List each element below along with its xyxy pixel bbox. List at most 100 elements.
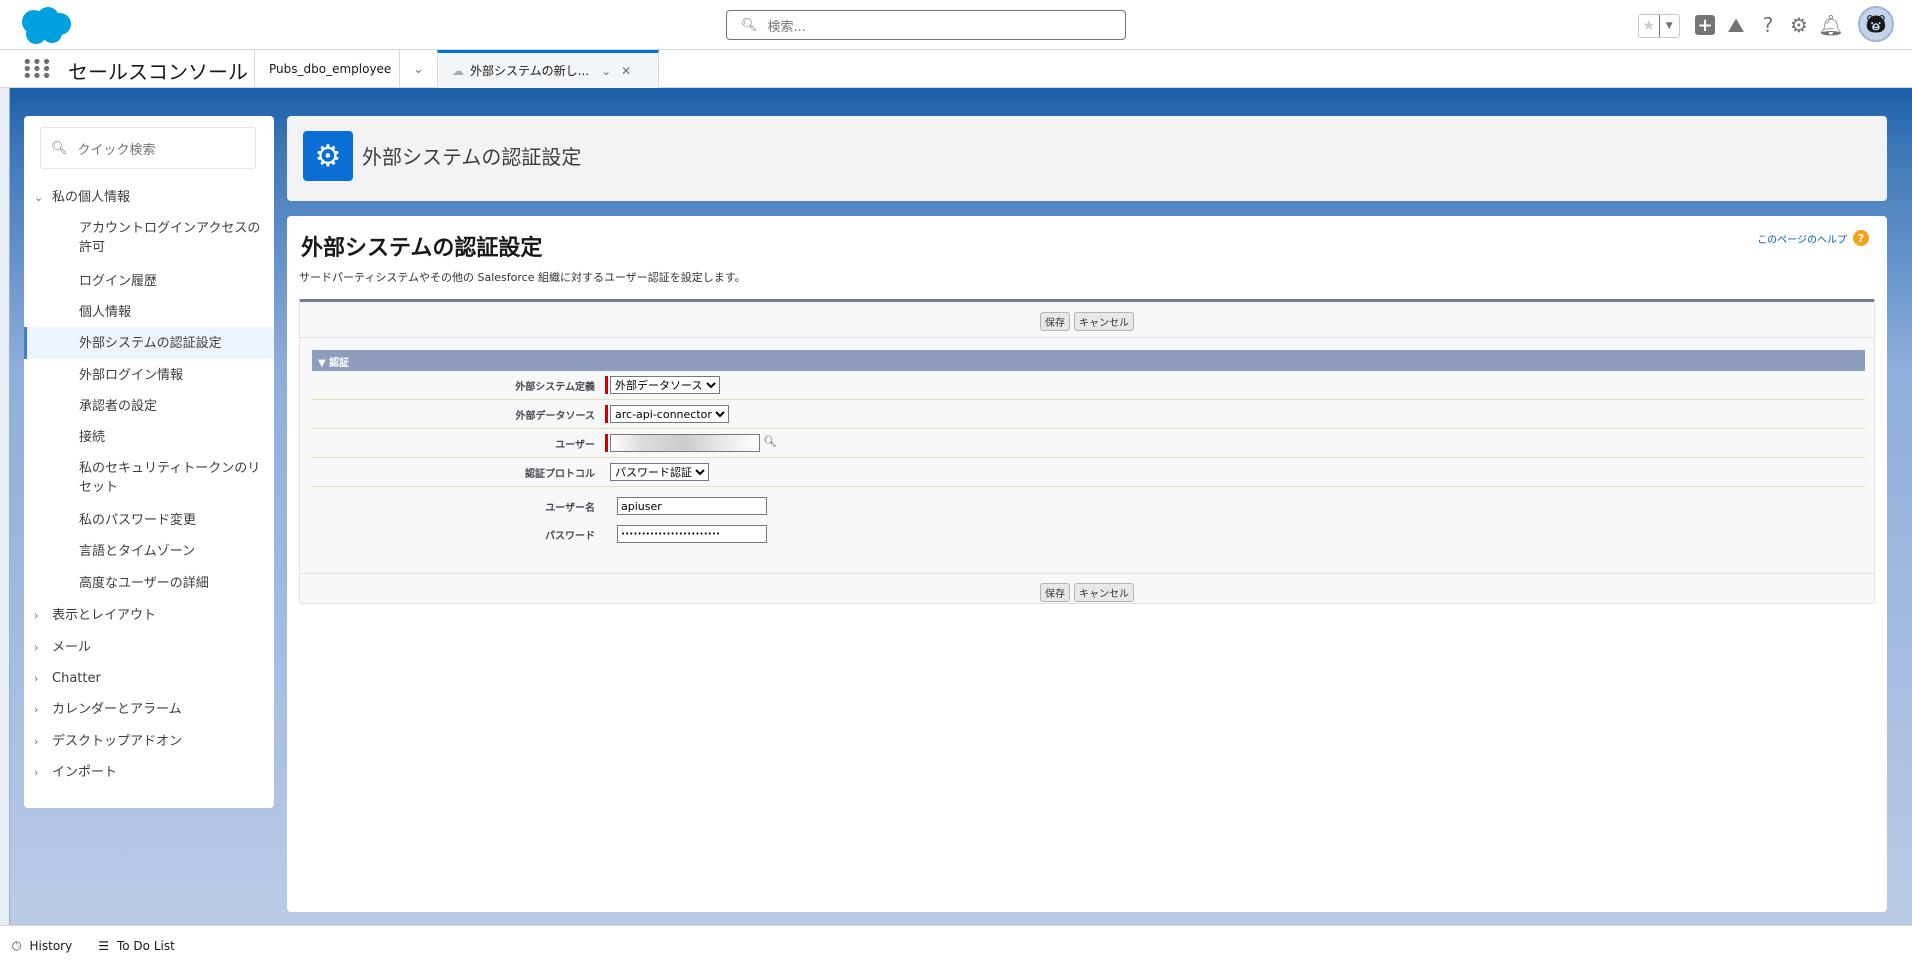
help-link-text[interactable]: このページのヘルプ [1757,231,1847,246]
todo-label: To Do List [116,939,175,953]
tab-external-auth[interactable]: ☁ 外部システムの新し... ⌄ ✕ [437,50,659,88]
group-label: Chatter [52,671,101,686]
divider [300,573,1874,574]
save-button-bottom[interactable]: 保存 [1040,583,1070,602]
tab-label: Pubs_dbo_employee [269,62,392,76]
gear-icon: ⚙ [303,131,353,181]
app-name: セールスコンソール [68,60,248,84]
item-label: 承認者の設定 [79,399,158,414]
favorites-button[interactable]: ★ ▼ [1638,14,1680,38]
quick-search-input[interactable]: 🔍︎ クイック検索 [40,127,256,169]
page-description: サードパーティシステムやその他の Salesforce 組織に対するユーザー認証… [299,271,746,284]
item-label: ログイン履歴 [79,274,158,289]
utility-panel-edge[interactable] [0,88,10,925]
chevron-right-icon: › [34,641,39,654]
sidebar-item[interactable]: 接続 [24,428,274,447]
search-icon: 🔍︎ [741,17,758,33]
sidebar-group[interactable]: › 表示とレイアウト [24,606,274,625]
required-indicator [605,376,608,394]
password-input[interactable]: •••••••••••••••••••••••• [617,525,767,543]
sidebar-item[interactable]: 私のセキュリティトークンのリセット [24,459,274,497]
field-label: 認証プロトコル [525,469,595,480]
lookup-icon[interactable]: 🔍︎ [763,435,779,451]
field-label: ユーザー名 [545,503,595,514]
sidebar-group[interactable]: › デスクトップアドオン [24,732,274,751]
chevron-right-icon: › [34,735,39,748]
avatar[interactable]: 🐻︎ [1858,6,1894,42]
item-label: 私のパスワード変更 [79,513,197,528]
sidebar-item[interactable]: 外部ログイン情報 [24,366,274,385]
search-placeholder: 検索... [767,19,806,35]
group-label: カレンダーとアラーム [52,702,182,717]
help-icon: ? [1853,230,1869,246]
page-title: 外部システムの認証設定 [301,236,543,261]
chevron-right-icon: › [34,703,39,716]
history-button[interactable]: 🕓︎ History [12,939,72,954]
salesforce-logo[interactable] [16,6,74,46]
global-actions-icon[interactable]: + [1692,12,1718,38]
chevron-right-icon: › [34,766,39,779]
item-label: 私のセキュリティトークンのリセット [79,461,261,495]
required-indicator [605,405,608,423]
notifications-bell-icon[interactable]: 🔔︎ [1818,12,1844,38]
divider [300,337,1874,338]
tab-menu-chevron-icon[interactable]: ⌄ [399,50,437,88]
group-label: 私の個人情報 [52,190,131,205]
external-system-definition-select[interactable]: 外部データソース [610,376,720,394]
chevron-right-icon: › [34,609,39,622]
item-label: アカウントログインアクセスの許可 [79,221,261,255]
username-input[interactable]: apiuser [617,497,767,515]
tab-label: 外部システムの新し... [470,64,590,78]
utility-bar: 🕓︎ History ☰ To Do List [0,925,1912,966]
sidebar-item[interactable]: 承認者の設定 [24,397,274,416]
sidebar-group[interactable]: › カレンダーとアラーム [24,700,274,719]
sidebar-group[interactable]: › Chatter [24,669,274,688]
external-data-source-select[interactable]: arc-api-connector [610,405,729,423]
clock-icon: 🕓︎ [12,938,22,953]
field-label: 外部データソース [515,411,596,422]
group-label: デスクトップアドオン [52,734,183,749]
caret-down-icon[interactable]: ▼ [1658,15,1680,37]
tab-bar: ••• ••• ••• セールスコンソール Pubs_dbo_employee ⌄ … [0,50,1912,88]
sidebar-item-selected[interactable]: 外部システムの認証設定 [24,327,274,359]
trailhead-icon[interactable]: ⛰ [1723,12,1749,38]
item-label: 外部システムの認証設定 [79,335,222,351]
item-label: 外部ログイン情報 [79,368,184,383]
chevron-down-icon[interactable]: ⌄ [601,64,611,78]
sidebar-item[interactable]: 私のパスワード変更 [24,511,274,530]
help-link[interactable]: このページのヘルプ? [1757,230,1869,246]
cancel-button-bottom[interactable]: キャンセル [1074,583,1134,602]
user-input[interactable] [610,434,760,452]
search-icon: 🔍︎ [51,140,68,156]
item-label: 個人情報 [79,305,132,320]
cancel-button[interactable]: キャンセル [1074,312,1134,331]
section-header-auth[interactable]: ▼ 認証 [312,350,1865,371]
sidebar-item[interactable]: 個人情報 [24,303,274,322]
sidebar-group-personal-info[interactable]: ⌄ 私の個人情報 [24,188,274,207]
global-search-input[interactable]: 🔍︎ 検索... [726,10,1126,40]
auth-protocol-select[interactable]: パスワード認証 [610,463,709,481]
item-label: 言語とタイムゾーン [79,544,196,559]
cloud-icon: ☁ [452,63,464,78]
close-icon[interactable]: ✕ [621,64,631,78]
sidebar-item[interactable]: 言語とタイムゾーン [24,542,274,561]
todo-list-button[interactable]: ☰ To Do List [98,939,175,953]
sidebar-group[interactable]: › メール [24,638,274,657]
help-icon[interactable]: ? [1755,12,1781,38]
group-label: メール [52,640,92,655]
star-icon: ★ [1642,18,1656,34]
required-indicator [605,434,608,452]
quick-search-placeholder: クイック検索 [77,142,156,158]
sidebar-group[interactable]: › インポート [24,763,274,782]
save-button[interactable]: 保存 [1040,312,1070,331]
tab-pubs-dbo-employee[interactable]: Pubs_dbo_employee [254,50,399,88]
item-label: 接続 [79,430,106,445]
sidebar-item[interactable]: 高度なユーザーの詳細 [24,574,274,593]
chevron-right-icon: › [34,672,39,685]
setup-gear-icon[interactable]: ⚙ [1786,12,1812,38]
sidebar-item[interactable]: ログイン履歴 [24,272,274,291]
field-label: 外部システム定義 [515,382,595,393]
app-launcher-icon[interactable]: ••• ••• ••• [22,54,52,86]
group-label: インポート [52,765,118,780]
sidebar-item[interactable]: アカウントログインアクセスの許可 [24,219,274,257]
